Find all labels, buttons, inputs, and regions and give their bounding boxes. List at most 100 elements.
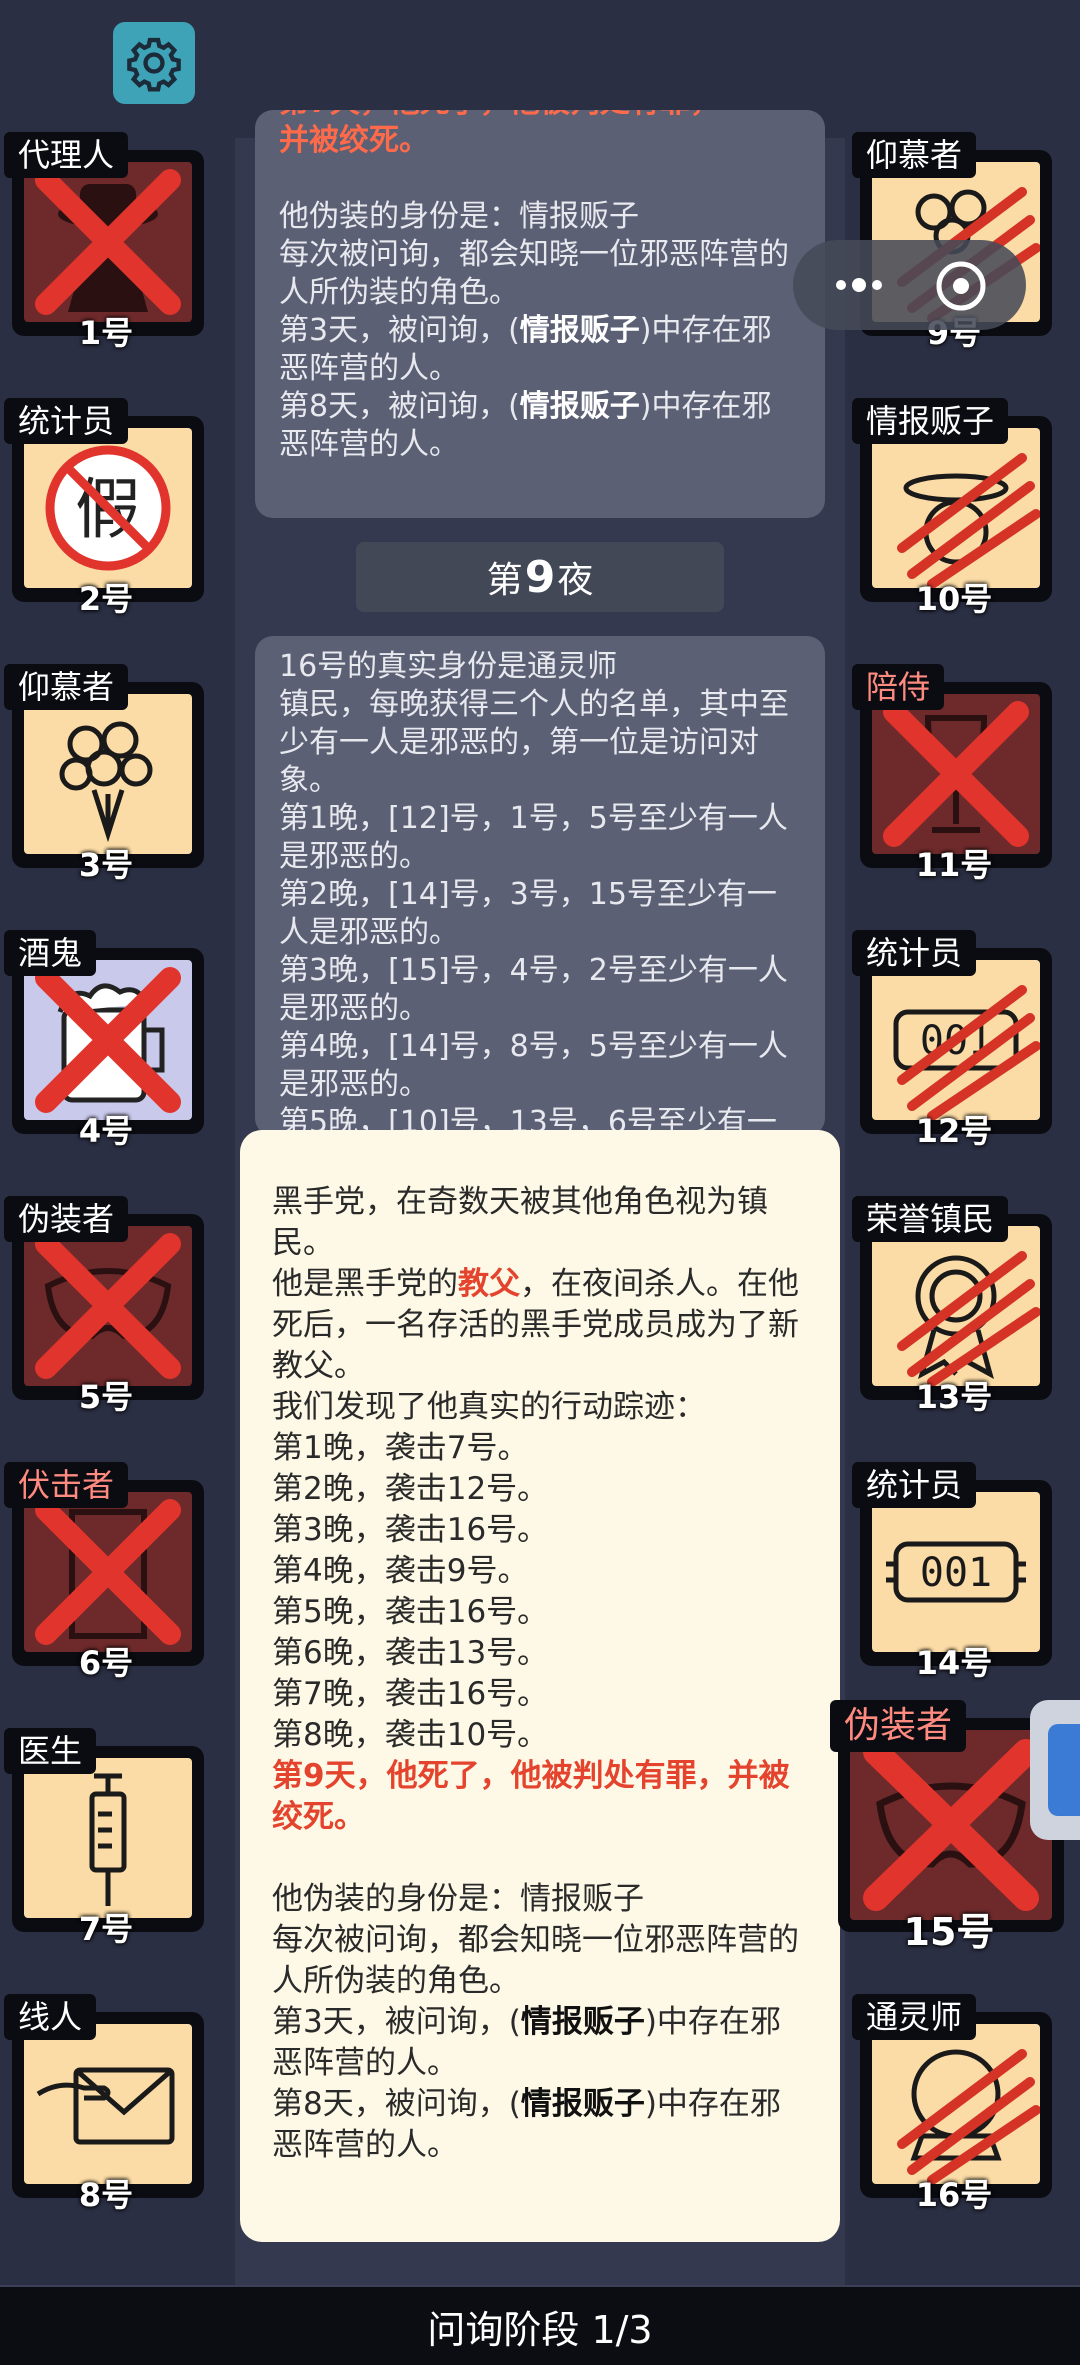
player-card-12[interactable]: 001 统计员 12号 (852, 930, 1056, 1150)
player-number: 5号 (78, 1378, 134, 1416)
player-card-10[interactable]: 情报贩子 10号 (852, 398, 1056, 618)
popup-night: 第1晚，袭击7号。 (272, 1430, 529, 1466)
claw-marks-icon (897, 453, 1040, 588)
role-label: 代理人 (4, 132, 129, 178)
day3-line: 第3天，被问询，(情报贩子)中存在邪恶阵营的人。 (279, 313, 772, 386)
player-number: 15号 (903, 1910, 995, 1954)
player-number: 6号 (78, 1644, 134, 1682)
disguise-line: 他伪装的身份是：情报贩子 (279, 199, 639, 234)
envelope-hand-icon (36, 2067, 175, 2145)
popup-role: 他是黑手党的教父，在夜间杀人。在他死后，一名存活的黑手党成员成为了新教父。 (272, 1266, 799, 1384)
role-label: 伏击者 (4, 1462, 129, 1508)
player-card-13[interactable]: 荣誉镇民 13号 (852, 1196, 1056, 1416)
role-label: 统计员 (4, 398, 129, 444)
role-label: 线人 (4, 1994, 97, 2040)
player-number: 16号 (915, 2176, 993, 2214)
counter-icon: 001 (886, 1541, 1026, 1603)
popup-disguise: 他伪装的身份是：情报贩子 (272, 1881, 644, 1917)
disguise-desc: 每次被问询，都会知晓一位邪恶阵营的人所伪装的角色。 (279, 237, 789, 310)
settings-button[interactable] (113, 22, 195, 104)
medium-desc: 镇民，每晚获得三个人的名单，其中至少有一人是邪恶的，第一位是访问对象。 (279, 687, 789, 798)
day8-line: 第8天，被问询，(情报贩子)中存在邪恶阵营的人。 (279, 389, 772, 462)
role-label: 仰慕者 (852, 132, 977, 178)
medium-line: 第4晚，[14]号，8号，5号至少有一人是邪恶的。 (279, 1029, 788, 1102)
x-mark-icon (35, 967, 181, 1113)
role-label: 荣誉镇民 (852, 1196, 1009, 1242)
night-banner: 第9夜 (356, 542, 724, 612)
player-number: 2号 (78, 580, 134, 618)
popup-night: 第5晚，袭击16号。 (272, 1594, 549, 1630)
role-label: 仰慕者 (4, 664, 129, 710)
player-number: 10号 (915, 580, 993, 618)
player-number: 14号 (915, 1644, 993, 1682)
fake-stamp-icon: 假 (45, 445, 171, 571)
popup-night: 第7晚，袭击16号。 (272, 1676, 549, 1712)
popup-night: 第2晚，袭击12号。 (272, 1471, 549, 1507)
player-card-1[interactable]: 代理人 1号 (4, 132, 208, 352)
player-number: 13号 (915, 1378, 993, 1416)
player-card-6[interactable]: 伏击者 6号 (4, 1462, 208, 1682)
role-label: 通灵师 (852, 1994, 977, 2040)
role-detail-popup[interactable]: 黑手党，在奇数天被其他角色视为镇民。 他是黑手党的教父，在夜间杀人。在他死后，一… (240, 1130, 840, 2242)
popup-night: 第4晚，袭击9号。 (272, 1553, 529, 1589)
role-label: 统计员 (852, 1462, 977, 1508)
claw-marks-icon (897, 2049, 1040, 2184)
more-icon[interactable] (833, 270, 889, 300)
log-card-top: 第7天，他死了，他被判处有罪， 并被绞死。 他伪装的身份是：情报贩子 每次被问询… (255, 110, 825, 518)
player-number: 4号 (78, 1112, 134, 1150)
medium-title: 16号的真实身份是通灵师 (279, 649, 618, 684)
player-number: 12号 (915, 1112, 993, 1150)
death-line: 并被绞死。 (279, 123, 429, 158)
popup-night: 第8晚，袭击10号。 (272, 1717, 549, 1753)
player-card-5[interactable]: 伪装者 5号 (4, 1196, 208, 1416)
phase-label: 问询阶段 1/3 (427, 2307, 653, 2352)
role-label: 陪侍 (852, 664, 945, 710)
role-label: 统计员 (852, 930, 977, 976)
svg-text:001: 001 (920, 1550, 992, 1596)
player-card-8[interactable]: 线人 8号 (4, 1994, 208, 2214)
x-mark-icon (35, 1233, 181, 1379)
x-mark-icon (883, 701, 1029, 847)
x-mark-icon (35, 169, 181, 315)
player-number: 3号 (78, 846, 134, 884)
role-label: 伪装者 (4, 1196, 129, 1242)
player-card-3[interactable]: 仰慕者 3号 (4, 664, 208, 884)
gear-icon (127, 37, 181, 92)
popup-night: 第3晚，袭击16号。 (272, 1512, 549, 1548)
player-card-2[interactable]: 假 统计员 2号 (4, 398, 208, 618)
syringe-icon (89, 1773, 127, 1906)
medium-line: 第3晚，[15]号，4号，2号至少有一人是邪恶的。 (279, 953, 788, 1026)
x-mark-icon (35, 1499, 181, 1645)
player-card-7[interactable]: 医生 7号 (4, 1728, 208, 1948)
popup-night: 第6晚，袭击13号。 (272, 1635, 549, 1671)
side-drawer-tab[interactable] (1030, 1700, 1080, 1840)
popup-day3: 第3天，被问询，(情报贩子)中存在邪恶阵营的人。 (272, 2004, 781, 2081)
popup-day8: 第8天，被问询，(情报贩子)中存在邪恶阵营的人。 (272, 2086, 781, 2163)
player-number: 8号 (78, 2176, 134, 2214)
x-mark-icon (863, 1739, 1039, 1911)
popup-disguise-desc: 每次被问询，都会知晓一位邪恶阵营的人所伪装的角色。 (272, 1922, 799, 1999)
roses-icon (59, 721, 153, 843)
popup-intro: 黑手党，在奇数天被其他角色视为镇民。 (272, 1184, 768, 1261)
player-card-11[interactable]: 陪侍 11号 (852, 664, 1056, 884)
role-label: 酒鬼 (4, 930, 97, 976)
player-number: 11号 (915, 846, 993, 884)
partial-death-line: 第7天，他死了，他被判处有罪， (279, 110, 720, 120)
player-card-14[interactable]: 001 统计员 14号 (852, 1462, 1056, 1682)
role-label: 伪装者 (830, 1700, 967, 1752)
close-target-icon[interactable] (933, 258, 989, 314)
popup-death: 第9天，他死了，他被判处有罪，并被绞死。 (272, 1758, 790, 1835)
player-number: 7号 (78, 1910, 134, 1948)
log-card-medium: 16号的真实身份是通灵师 镇民，每晚获得三个人的名单，其中至少有一人是邪恶的，第… (255, 636, 825, 1136)
medium-line: 第1晚，[12]号，1号，5号至少有一人是邪恶的。 (279, 801, 788, 874)
mini-program-capsule[interactable] (793, 240, 1026, 330)
player-number: 1号 (78, 314, 134, 352)
role-label: 医生 (4, 1728, 97, 1774)
role-label: 情报贩子 (852, 398, 1009, 444)
claw-marks-icon (897, 1251, 1040, 1386)
popup-trace-title: 我们发现了他真实的行动踪迹： (272, 1389, 706, 1425)
player-card-4[interactable]: 酒鬼 4号 (4, 930, 208, 1150)
phase-bar: 问询阶段 1/3 (0, 2285, 1080, 2365)
claw-marks-icon (897, 985, 1040, 1120)
player-card-16[interactable]: 通灵师 16号 (852, 1994, 1056, 2214)
